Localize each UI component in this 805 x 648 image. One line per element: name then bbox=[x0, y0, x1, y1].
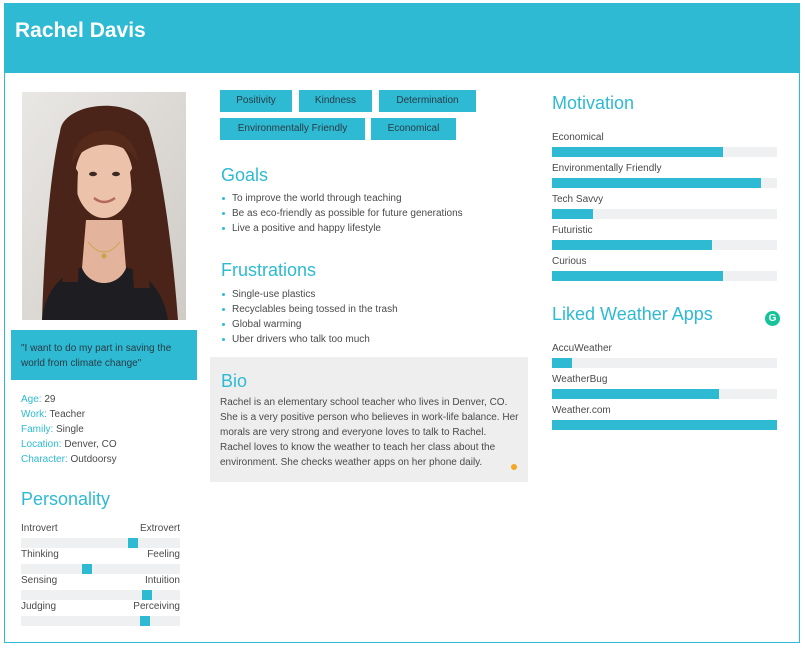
fact-character: Character: Outdoorsy bbox=[21, 454, 117, 465]
bio-panel: Bio Rachel is an elementary school teach… bbox=[210, 357, 528, 482]
personality-slider bbox=[21, 564, 180, 574]
personality-right-label: Perceiving bbox=[133, 601, 180, 612]
app-bar bbox=[552, 420, 777, 430]
motivation-bar bbox=[552, 178, 777, 188]
motivation-bar-fill bbox=[552, 240, 712, 250]
list-item: Global warming bbox=[221, 317, 398, 332]
personality-slider bbox=[21, 590, 180, 600]
app-bar bbox=[552, 358, 777, 368]
app-bar-fill bbox=[552, 389, 719, 399]
motivation-bar-fill bbox=[552, 178, 762, 188]
trait-tag: Positivity bbox=[220, 90, 292, 112]
app-label: AccuWeather bbox=[552, 343, 612, 354]
fact-work: Work: Teacher bbox=[21, 409, 86, 420]
persona-quote: "I want to do my part in saving the worl… bbox=[11, 330, 197, 380]
fact-family: Family: Single bbox=[21, 424, 84, 435]
personality-right-label: Extrovert bbox=[139, 523, 180, 534]
motivation-label: Economical bbox=[552, 132, 604, 143]
motivation-bar bbox=[552, 271, 777, 281]
list-item: Uber drivers who talk too much bbox=[221, 332, 398, 347]
app-bar bbox=[552, 389, 777, 399]
personality-right-label: Feeling bbox=[147, 549, 180, 560]
personality-left-label: Thinking bbox=[21, 549, 59, 560]
motivation-bar bbox=[552, 147, 777, 157]
app-label: Weather.com bbox=[552, 405, 611, 416]
motivation-title: Motivation bbox=[552, 93, 635, 113]
liked-apps-title: Liked Weather Apps bbox=[552, 304, 713, 324]
frustrations-list: Single-use plastics Recyclables being to… bbox=[221, 287, 398, 347]
motivation-label: Tech Savvy bbox=[552, 194, 604, 205]
motivation-label: Curious bbox=[552, 256, 587, 267]
list-item: Live a positive and happy lifestyle bbox=[221, 221, 463, 236]
list-item: Single-use plastics bbox=[221, 287, 398, 302]
fact-age: Age: 29 bbox=[21, 394, 56, 405]
goals-title: Goals bbox=[221, 165, 269, 185]
bio-title: Bio bbox=[221, 371, 248, 391]
motivation-bar-fill bbox=[552, 209, 593, 219]
personality-right-label: Intuition bbox=[144, 575, 180, 586]
list-item: Be as eco-friendly as possible for futur… bbox=[221, 206, 463, 221]
motivation-bar-fill bbox=[552, 271, 723, 281]
header-bar: Rachel Davis bbox=[4, 3, 800, 73]
trait-tag: Kindness bbox=[299, 90, 372, 112]
personality-slider-thumb bbox=[140, 616, 150, 626]
orange-dot-icon bbox=[511, 464, 517, 470]
list-item: To improve the world through teaching bbox=[221, 191, 463, 206]
app-bar-fill bbox=[552, 420, 777, 430]
personality-slider-thumb bbox=[128, 538, 138, 548]
motivation-label: Environmentally Friendly bbox=[552, 163, 662, 174]
motivation-bar-fill bbox=[552, 147, 723, 157]
bio-text: Rachel is an elementary school teacher w… bbox=[220, 397, 519, 468]
personality-slider-thumb bbox=[82, 564, 92, 574]
motivation-bar bbox=[552, 240, 777, 250]
app-bar-fill bbox=[552, 358, 573, 368]
persona-photo bbox=[22, 92, 186, 320]
goals-list: To improve the world through teaching Be… bbox=[221, 191, 463, 236]
motivation-label: Futuristic bbox=[552, 225, 593, 236]
trait-tag: Economical bbox=[371, 118, 456, 140]
personality-left-label: Sensing bbox=[21, 575, 58, 586]
motivation-bar bbox=[552, 209, 777, 219]
personality-left-label: Introvert bbox=[21, 523, 58, 534]
trait-tag: Determination bbox=[379, 90, 476, 112]
persona-name: Rachel Davis bbox=[15, 19, 146, 42]
facts-list: Age: 29 Work: Teacher Family: Single Loc… bbox=[21, 392, 117, 467]
personality-slider bbox=[21, 538, 180, 548]
personality-left-label: Judging bbox=[21, 601, 57, 612]
personality-slider-thumb bbox=[142, 590, 152, 600]
frustrations-title: Frustrations bbox=[221, 260, 317, 280]
grammarly-icon[interactable]: G bbox=[765, 311, 780, 326]
personality-slider bbox=[21, 616, 180, 626]
personality-title: Personality bbox=[21, 489, 111, 509]
list-item: Recyclables being tossed in the trash bbox=[221, 302, 398, 317]
app-label: WeatherBug bbox=[552, 374, 608, 385]
trait-tag: Environmentally Friendly bbox=[220, 118, 365, 140]
fact-location: Location: Denver, CO bbox=[21, 439, 117, 450]
